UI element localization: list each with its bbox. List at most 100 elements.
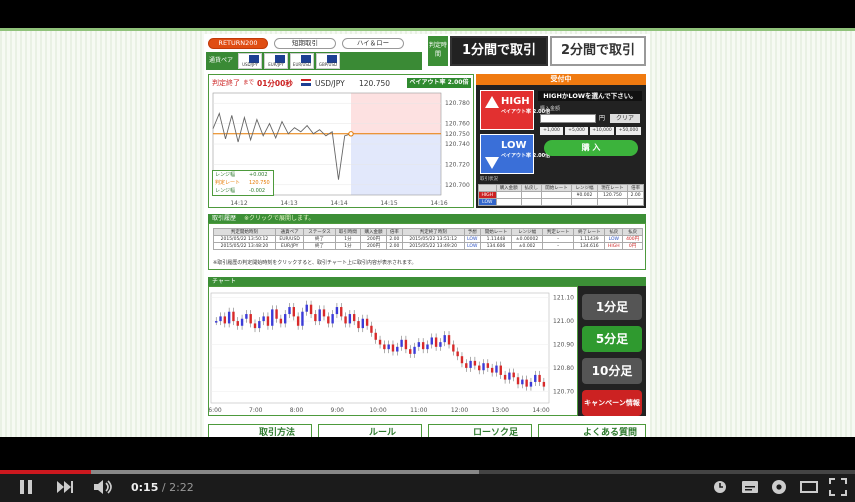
x-tick-label: 14:14 (330, 200, 347, 207)
table-cell: LOW (463, 242, 481, 250)
link-faq[interactable]: よくある質問 (538, 424, 646, 437)
link-how-to-trade[interactable]: 取引方法 (208, 424, 312, 437)
timeframe-5min-button[interactable]: 5分足 (582, 326, 642, 352)
table-cell: ±0.002 (511, 242, 544, 250)
payout-badge: ペイアウト率 2.00倍 (407, 78, 471, 88)
watch-later-icon[interactable] (712, 478, 728, 496)
progress-bar[interactable] (0, 470, 855, 474)
volume-icon[interactable] (92, 478, 114, 496)
table-row[interactable]: 2015/05/22 13:50:12 EUR/USD 終了 1分 200円 2.00 20… (213, 235, 643, 243)
low-button[interactable]: LOW ペイアウト率 2.00倍 (480, 134, 550, 174)
tab-short-term[interactable]: 短期取引 (274, 38, 336, 49)
link-rules[interactable]: ルール (318, 424, 422, 437)
buy-button[interactable]: 購 入 (544, 140, 638, 156)
next-icon[interactable] (55, 478, 75, 496)
clear-button[interactable]: クリア (610, 114, 640, 123)
history-column-header: 払戻 (604, 228, 624, 236)
rate-info-box: レンジ幅 +0.002 判定レート 120.750 レンジ幅 -0.002 (212, 170, 274, 196)
judge-time-label: 判定時間 (428, 36, 448, 66)
history-column-header: 倍率 (385, 228, 403, 236)
x-tick-label: 14:13 (280, 200, 297, 207)
candle-body (482, 363, 485, 371)
candle-body (434, 337, 438, 347)
history-column-header: 通貨ペア (274, 228, 305, 236)
candle-body (443, 335, 446, 343)
candle-body (400, 339, 403, 347)
x-tick-label: 11:00 (410, 407, 427, 414)
candle-body (529, 381, 533, 387)
y-tick-label: 120.80 (553, 365, 574, 372)
candle-body (279, 318, 283, 324)
candle-body (305, 304, 308, 312)
two-minute-button[interactable]: 2分間で取引 (550, 36, 646, 66)
candle-body (219, 316, 222, 322)
table-cell: 134.606 (479, 242, 513, 250)
candle-body (348, 314, 352, 324)
table-cell: 134.616 (573, 242, 606, 250)
high-button[interactable]: HIGH ペイアウト率 2.00倍 (480, 90, 550, 130)
current-time: 0:15 (131, 481, 159, 494)
history-footnote: ※取引履歴の判定開始時刻をクリックすると、取引チャート上に取引内容が表示されます… (213, 260, 417, 266)
pair-usdjpy[interactable]: USD/JPY (238, 53, 262, 69)
one-minute-button[interactable]: 1分間で取引 (450, 36, 548, 66)
candle-body (439, 342, 442, 347)
history-header[interactable]: 取引履歴 ※クリックで展開します。 (208, 214, 646, 223)
theater-mode-icon[interactable] (800, 478, 818, 496)
table-cell: EUR/USD (274, 235, 305, 243)
amount-5000-button[interactable]: +5,000 (565, 127, 588, 135)
range-lower-label: レンジ幅 (215, 188, 236, 194)
us-flag-icon (301, 79, 311, 86)
pair-gbpusd[interactable]: GBP/USD (316, 53, 340, 69)
tab-return200[interactable]: RETURN200 (208, 38, 268, 49)
candle-body (240, 318, 244, 326)
live-chart-panel: 判定終了 まで 01分00秒 USD/JPY 120.750 ペイアウト率 2.… (208, 74, 474, 208)
amount-input[interactable] (540, 114, 596, 123)
pair-eurusd[interactable]: EUR/USD (290, 53, 314, 69)
video-frame[interactable]: RETURN200 短期取引 ハイ＆ロー 通貨ペア USD/JPY EUR/JP… (0, 28, 855, 437)
candle-body (521, 379, 524, 385)
candle-body (340, 307, 343, 317)
pair-label: 通貨ペア (209, 57, 234, 64)
candle-body (266, 316, 270, 326)
timeframe-1min-button[interactable]: 1分足 (582, 294, 642, 320)
candle-body (383, 344, 386, 350)
x-tick-label: 12:00 (451, 407, 468, 414)
candle-body (413, 346, 416, 354)
candle-body (309, 304, 313, 315)
table-cell[interactable]: 2015/05/22 13:48:20 (213, 242, 276, 250)
candle-body (292, 307, 296, 317)
fullscreen-icon[interactable] (829, 478, 847, 496)
y-tick-label: 120.760 (445, 121, 470, 128)
table-cell: 1分 (334, 235, 362, 243)
x-tick-label: 6:00 (209, 407, 222, 414)
pair-eurjpy[interactable]: EUR/JPY (264, 53, 288, 69)
table-cell: 200円 (360, 242, 387, 250)
low-side-label: LOW (478, 198, 497, 206)
link-candlestick[interactable]: ローソク足 (428, 424, 532, 437)
candle-body (361, 318, 364, 329)
candle-body (409, 349, 412, 354)
y-tick-label: 120.780 (445, 100, 470, 107)
history-column-header: 判定レート (542, 228, 575, 236)
x-tick-label: 14:12 (230, 200, 247, 207)
subtitles-icon[interactable] (741, 478, 759, 496)
tab-high-low[interactable]: ハイ＆ロー (342, 38, 404, 49)
campaign-button[interactable]: キャンペーン情報 (582, 390, 642, 416)
history-column-header: 予想 (463, 228, 481, 236)
timeframe-10min-button[interactable]: 10分足 (582, 358, 642, 384)
amount-10000-button[interactable]: +10,000 (590, 127, 614, 135)
amount-50000-button[interactable]: +50,000 (616, 127, 641, 135)
table-row[interactable]: 2015/05/22 13:48:20 EUR/JPY 終了 1分 200円 2.00 20… (213, 242, 643, 250)
x-tick-label: 9:00 (331, 407, 345, 414)
currency-pair-bar: 通貨ペア USD/JPY EUR/JPY EUR/USD GBP/USD (206, 52, 422, 70)
candle-body (322, 309, 326, 317)
candle-body (253, 323, 257, 329)
pause-icon[interactable] (18, 478, 34, 496)
table-cell: EUR/JPY (274, 242, 305, 250)
table-cell[interactable]: 2015/05/22 13:50:12 (213, 235, 276, 243)
candle-body (249, 314, 252, 324)
amount-1000-button[interactable]: +1,000 (540, 127, 563, 135)
candle-body (538, 374, 541, 382)
history-column-header: 判定終了時刻 (401, 228, 465, 236)
settings-gear-icon[interactable] (770, 478, 788, 496)
